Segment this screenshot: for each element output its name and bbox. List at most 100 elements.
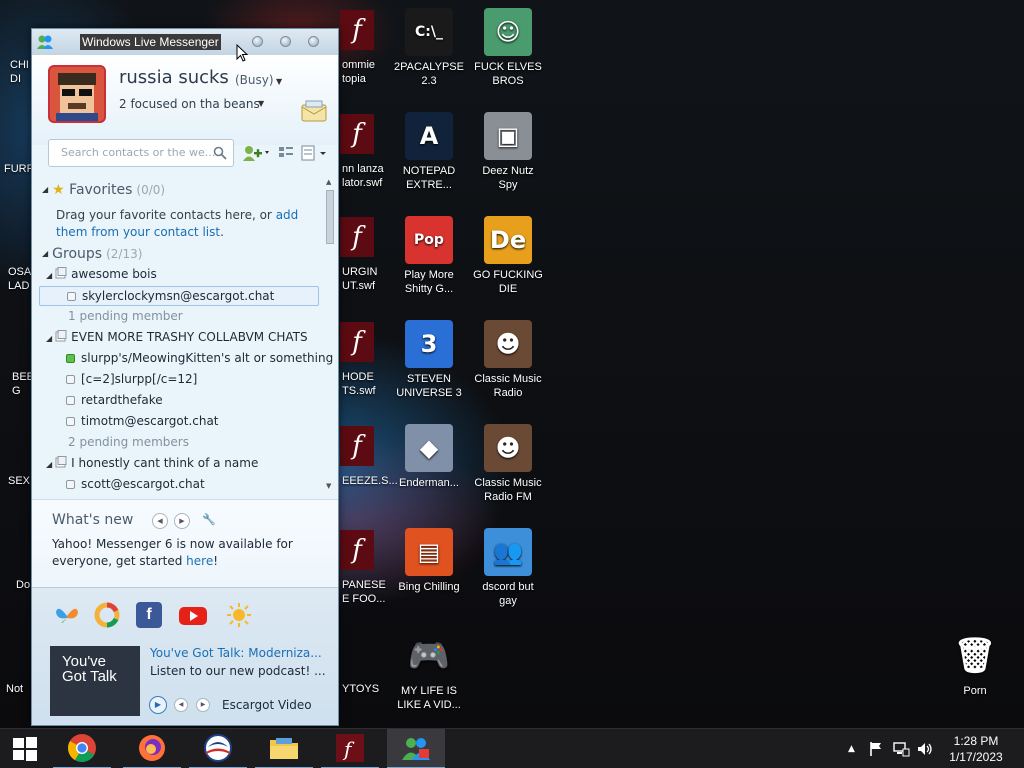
chrome-c-icon[interactable] — [94, 602, 120, 628]
promo-thumbnail[interactable]: You've Got Talk — [50, 646, 140, 716]
contact-row[interactable]: [c=2]slurpp[/c=12] — [66, 372, 197, 386]
desktop-icon-label[interactable]: HODE TS.swf — [342, 370, 376, 398]
promo-next-icon[interactable]: ▶ — [196, 698, 210, 712]
group-header[interactable]: ◢ I honestly cant think of a name — [46, 456, 258, 470]
taskbar-chrome[interactable] — [53, 729, 111, 768]
personal-message-dropdown-icon[interactable]: ▼ — [258, 99, 264, 108]
desktop-icon[interactable]: ☻ Classic Music Radio — [467, 320, 549, 400]
collapse-icon[interactable]: ◢ — [46, 334, 52, 343]
add-contact-icon[interactable] — [242, 143, 270, 163]
flash-file-icon[interactable]: f — [340, 530, 374, 570]
sun-icon[interactable] — [226, 602, 252, 628]
flash-file-icon[interactable]: f — [340, 10, 374, 50]
next-icon[interactable]: ▶ — [174, 513, 190, 529]
desktop-icon[interactable]: ▤ Bing Chilling — [388, 528, 470, 594]
contact-name: skylerclockymsn@escargot.chat — [82, 289, 275, 303]
scroll-up-icon[interactable]: ▲ — [326, 178, 331, 186]
desktop-icon[interactable]: Pop Play More Shitty G... — [388, 216, 470, 296]
taskbar-messenger[interactable] — [387, 729, 445, 768]
gamepad-icon: 🎮 — [407, 636, 451, 676]
desktop-icon[interactable]: 👥 dscord but gay — [467, 528, 549, 608]
desktop-icon-label[interactable]: Not — [6, 682, 23, 696]
contact-row[interactable]: slurpp's/MeowingKitten's alt or somethin… — [66, 351, 333, 365]
pending-members[interactable]: 2 pending members — [68, 435, 189, 449]
avatar[interactable] — [48, 65, 106, 123]
desktop-icon[interactable]: De GO FUCKING DIE — [467, 216, 549, 296]
desktop-icon-label[interactable]: nn lanza lator.swf — [342, 162, 384, 190]
minimize-button[interactable] — [252, 36, 263, 47]
group-header[interactable]: ◢ awesome bois — [46, 267, 157, 281]
previous-icon[interactable]: ◀ — [152, 513, 168, 529]
speaker-icon[interactable] — [916, 741, 934, 757]
personal-message[interactable]: 2 focused on tha beans — [119, 97, 260, 111]
contact-list[interactable]: ◢ ★ Favorites (0/0) Drag your favorite con… — [36, 176, 334, 496]
taskbar-obama[interactable] — [189, 729, 247, 768]
desktop-icon-label[interactable]: SEX — [8, 474, 30, 488]
messenger-window[interactable]: Windows Live Messenger russia sucks (Bus… — [31, 28, 339, 726]
pending-members[interactable]: 1 pending member — [68, 309, 183, 323]
desktop-icon-label[interactable]: YTOYS — [342, 682, 379, 696]
collapse-icon[interactable]: ◢ — [42, 185, 48, 194]
windows-live-butterfly-icon[interactable] — [54, 602, 80, 628]
contact-row[interactable]: timotm@escargot.chat — [66, 414, 219, 428]
desktop-icon[interactable]: A NOTEPAD EXTRE... — [388, 112, 470, 192]
desktop-icon[interactable]: ▣ Deez Nutz Spy — [467, 112, 549, 192]
desktop-icon-label[interactable]: URGIN UT.swf — [342, 265, 377, 293]
desktop-icon-label[interactable]: PANESE E FOO... — [342, 578, 386, 606]
username[interactable]: russia sucks — [119, 67, 229, 88]
flash-file-icon[interactable]: f — [340, 322, 374, 362]
desktop-icon-label[interactable]: CHI DI — [10, 58, 29, 86]
wrench-icon[interactable]: 🔧 — [202, 513, 216, 526]
menu-icon[interactable] — [300, 143, 330, 163]
collapse-icon[interactable]: ◢ — [46, 460, 52, 469]
desktop-icon[interactable]: C:\_ 2PACALYPSE 2.3 — [388, 8, 470, 88]
favorites-header[interactable]: ◢ ★ Favorites (0/0) — [42, 182, 165, 198]
collapse-icon[interactable]: ◢ — [42, 249, 48, 258]
chevron-up-icon[interactable]: ▲ — [848, 744, 855, 754]
desktop-icon-label[interactable]: ommie topia — [342, 58, 375, 86]
contact-list-scrollbar[interactable]: ▲ ▼ — [324, 176, 334, 496]
flash-file-icon[interactable]: f — [340, 114, 374, 154]
title-bar[interactable]: Windows Live Messenger — [32, 29, 338, 55]
whats-new-link[interactable]: here — [186, 554, 213, 568]
scroll-thumb[interactable] — [326, 190, 334, 244]
contact-row[interactable]: skylerclockymsn@escargot.chat — [39, 286, 319, 306]
flash-file-icon[interactable]: f — [340, 426, 374, 466]
desktop-icon-label[interactable]: OSA LAD — [8, 265, 31, 293]
flash-file-icon[interactable]: f — [340, 217, 374, 257]
taskbar-firefox[interactable] — [123, 729, 181, 768]
promo-title[interactable]: You've Got Talk: Moderniza... — [150, 646, 330, 660]
desktop-icon[interactable]: ☻ Classic Music Radio FM — [467, 424, 549, 504]
change-layout-icon[interactable] — [278, 143, 294, 163]
groups-header[interactable]: ◢ Groups (2/13) — [42, 246, 142, 262]
clock[interactable]: 1:28 PM 1/17/2023 — [936, 733, 1016, 765]
scroll-down-icon[interactable]: ▼ — [326, 482, 331, 490]
mailbox-icon[interactable] — [300, 99, 328, 123]
contact-row[interactable]: retardthefake — [66, 393, 163, 407]
flag-icon[interactable] — [868, 741, 884, 757]
taskbar-file-explorer[interactable] — [255, 729, 313, 768]
search-icon[interactable] — [213, 146, 227, 160]
collapse-icon[interactable]: ◢ — [46, 271, 52, 280]
maximize-button[interactable] — [280, 36, 291, 47]
group-header[interactable]: ◢ EVEN MORE TRASHY COLLABVM CHATS — [46, 330, 308, 344]
close-button[interactable] — [308, 36, 319, 47]
desktop-icon-label[interactable]: Do — [16, 578, 30, 592]
youtube-icon[interactable] — [178, 602, 208, 628]
desktop-icon[interactable]: 🗑 Porn — [934, 632, 1016, 698]
promo-previous-icon[interactable]: ◀ — [174, 698, 188, 712]
desktop-icon-label[interactable]: FURR — [4, 162, 35, 176]
contact-row[interactable]: scott@escargot.chat — [66, 477, 205, 491]
desktop-icon[interactable]: ☺ FUCK ELVES BROS — [467, 8, 549, 88]
status-label[interactable]: (Busy) — [235, 73, 274, 87]
play-icon[interactable]: ▶ — [149, 696, 167, 714]
desktop-icon[interactable]: 3 STEVEN UNIVERSE 3 — [388, 320, 470, 400]
desktop-icon[interactable]: 🎮 MY LIFE IS LIKE A VID... — [388, 632, 470, 712]
facebook-icon[interactable]: f — [136, 602, 162, 628]
network-icon[interactable] — [892, 741, 910, 757]
taskbar-flash[interactable]: f — [321, 729, 379, 768]
search-input[interactable]: Search contacts or the we... — [48, 139, 234, 167]
status-dropdown-icon[interactable]: ▼ — [276, 77, 282, 86]
desktop-icon[interactable]: ◆ Enderman... — [388, 424, 470, 490]
start-button[interactable] — [0, 729, 50, 768]
